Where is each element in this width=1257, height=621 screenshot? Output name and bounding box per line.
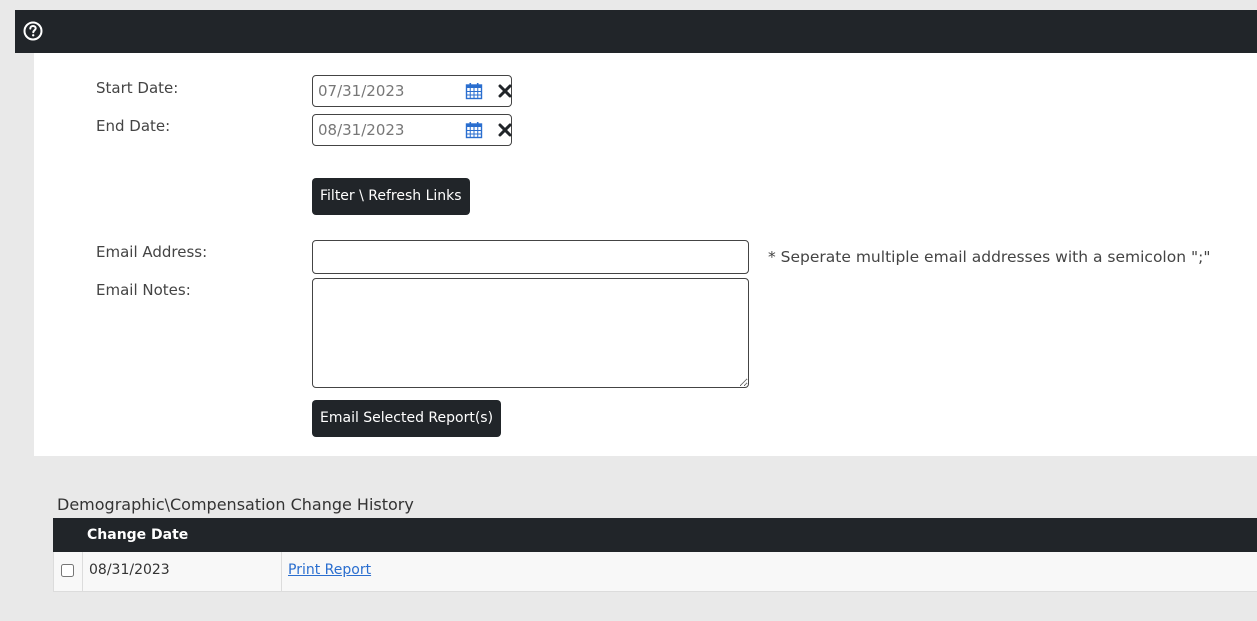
change-date-value: 08/31/2023	[89, 562, 170, 578]
email-address-input[interactable]	[312, 240, 749, 274]
start-date-field[interactable]: 07/31/2023	[312, 75, 512, 107]
table-row: 08/31/2023 Print Report	[53, 552, 1257, 592]
row-select-cell	[54, 552, 83, 591]
email-notes-textarea[interactable]	[312, 278, 749, 388]
question-circle-icon[interactable]	[23, 21, 43, 41]
email-address-label: Email Address:	[96, 243, 208, 261]
email-address-hint: * Seperate multiple email addresses with…	[768, 248, 1211, 266]
close-icon[interactable]	[498, 122, 512, 138]
change-date-cell: 08/31/2023	[83, 552, 282, 591]
row-select-checkbox[interactable]	[61, 564, 74, 577]
end-date-field[interactable]: 08/31/2023	[312, 114, 512, 146]
calendar-icon[interactable]	[465, 82, 483, 100]
calendar-icon[interactable]	[465, 121, 483, 139]
column-header-change-date[interactable]: Change Date	[87, 527, 188, 543]
section-title: Demographic\Compensation Change History	[57, 495, 414, 514]
filter-refresh-button[interactable]: Filter \ Refresh Links	[312, 178, 470, 215]
start-date-value[interactable]: 07/31/2023	[318, 82, 404, 100]
email-selected-reports-button[interactable]: Email Selected Report(s)	[312, 400, 502, 437]
end-date-label: End Date:	[96, 117, 171, 135]
start-date-label: Start Date:	[96, 79, 179, 97]
end-date-value[interactable]: 08/31/2023	[318, 121, 404, 139]
email-notes-label: Email Notes:	[96, 281, 191, 299]
close-icon[interactable]	[498, 83, 512, 99]
top-bar	[15, 10, 1257, 53]
table-header: Change Date	[53, 518, 1257, 552]
report-form-panel: Start Date: 07/31/2023 End Date: 08/31/2…	[34, 53, 1257, 456]
print-report-link[interactable]: Print Report	[288, 562, 371, 578]
